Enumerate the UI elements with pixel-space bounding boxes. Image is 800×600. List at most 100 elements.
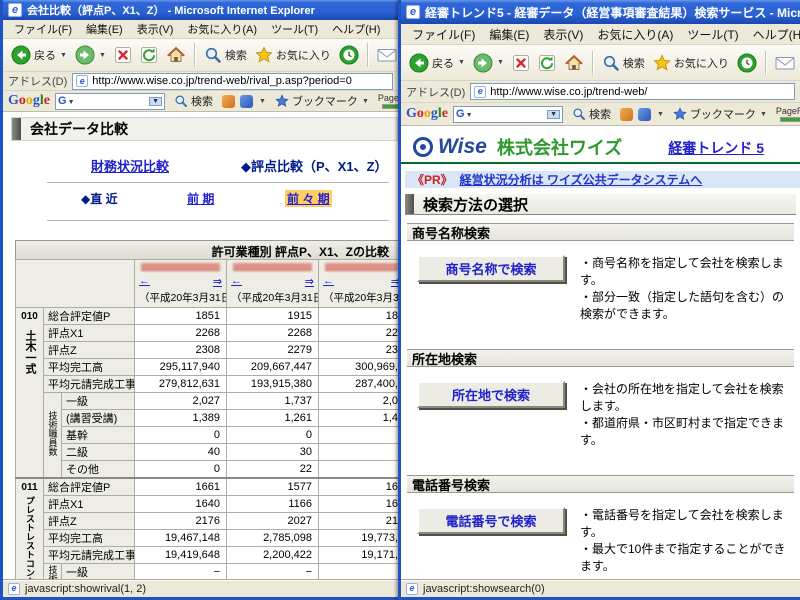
- pr-link[interactable]: 経営状況分析は ワイズ公共データシステムへ: [460, 171, 703, 188]
- google-extra-icon[interactable]: [222, 95, 235, 108]
- back-button[interactable]: 戻る▼: [7, 43, 71, 67]
- left-titlebar[interactable]: e 会社比較（評点P、X1、Z） - Microsoft Internet Ex…: [3, 0, 398, 20]
- mail-button[interactable]: ▼: [373, 45, 398, 65]
- status-page-icon: e: [8, 583, 20, 595]
- keishin-trend-link[interactable]: 経審トレンド 5: [668, 138, 764, 158]
- industry-group-cell: 011プレストレストコンクリート: [16, 478, 44, 579]
- refresh-button[interactable]: [136, 44, 162, 66]
- menu-edit[interactable]: 編集(E): [482, 25, 536, 44]
- header-block-decoration: [12, 118, 21, 140]
- column-left-arrow-link[interactable]: ←: [323, 275, 334, 288]
- favorites-button[interactable]: お気に入り: [251, 44, 335, 66]
- google-extra-icon[interactable]: [620, 108, 633, 121]
- left-page-title: 会社データ比較: [30, 119, 128, 139]
- history-button[interactable]: [335, 43, 363, 67]
- menu-edit[interactable]: 編集(E): [79, 20, 130, 38]
- bookmark-star-icon: [275, 94, 289, 108]
- table-row: 平均元請完成工事高19,419,6482,200,42219,171,: [16, 547, 399, 564]
- column-right-arrow-link[interactable]: ⇒: [391, 275, 398, 288]
- stop-button[interactable]: [508, 52, 534, 74]
- column-left-arrow-link[interactable]: ←: [139, 275, 150, 288]
- period-latest: ◆直 近: [81, 190, 118, 207]
- financial-comparison-link[interactable]: 財務状況比較: [91, 156, 169, 175]
- address-input[interactable]: e http://www.wise.co.jp/trend-web/rival_…: [72, 73, 393, 90]
- menu-tools[interactable]: ツール(T): [680, 25, 745, 44]
- google-options-dropdown-icon[interactable]: ▼: [259, 98, 266, 105]
- redacted-company-name[interactable]: [233, 263, 312, 271]
- section-header: 商号名称検索: [407, 223, 794, 241]
- google-logo: Google: [406, 106, 448, 122]
- google-search-button[interactable]: 検索: [568, 104, 615, 124]
- forward-dropdown-icon[interactable]: ▼: [99, 52, 106, 59]
- google-extra-icon[interactable]: [638, 108, 651, 121]
- google-options-dropdown-icon[interactable]: ▼: [657, 111, 664, 118]
- google-search-input[interactable]: G▼▼: [453, 106, 563, 123]
- forward-button[interactable]: ▼: [469, 51, 508, 75]
- company-column-header: ←⇒ （平成20年3月31日）: [135, 260, 227, 308]
- right-page-header: 検索方法の選択: [405, 194, 796, 215]
- stop-button[interactable]: [110, 44, 136, 66]
- history-button[interactable]: [733, 51, 761, 75]
- combo-dropdown-icon[interactable]: ▼: [547, 110, 560, 119]
- right-google-toolbar: Google G▼▼ 検索 ▼ ブックマーク▼ PageRank ▼ ブロック: [401, 103, 800, 126]
- table-row: 技術職員数 一級 −−: [16, 564, 399, 580]
- search-by-name-button[interactable]: 商号名称で検索: [417, 255, 565, 282]
- redacted-company-name[interactable]: [325, 263, 398, 271]
- back-dropdown-icon[interactable]: ▼: [60, 52, 67, 59]
- search-section-phone: 電話番号検索 電話番号で検索 ・電話番号を指定して会社を検索します。 ・最大で1…: [407, 475, 794, 575]
- search-icon: [204, 46, 222, 64]
- left-google-toolbar: Google G▼▼ 検索 ▼ ブックマーク▼ PageRank ▼ ブロック: [3, 91, 398, 112]
- search-by-location-button[interactable]: 所在地で検索: [417, 381, 565, 408]
- back-button[interactable]: 戻る▼: [405, 51, 469, 75]
- pr-tag: 《PR》: [412, 171, 453, 188]
- combo-dropdown-icon[interactable]: ▼: [149, 97, 162, 106]
- forward-button[interactable]: ▼: [71, 43, 110, 67]
- favorites-button[interactable]: お気に入り: [649, 52, 733, 74]
- home-button[interactable]: [560, 51, 588, 75]
- google-bookmarks-button[interactable]: ブックマーク▼: [669, 104, 771, 124]
- back-icon: [409, 53, 429, 73]
- menu-favorites[interactable]: お気に入り(A): [180, 20, 264, 38]
- right-statusbar: e javascript:showsearch(0): [401, 579, 800, 597]
- stop-icon: [512, 54, 530, 72]
- google-bookmarks-button[interactable]: ブックマーク▼: [271, 91, 373, 111]
- menu-help[interactable]: ヘルプ(H): [746, 25, 800, 44]
- back-dropdown-icon[interactable]: ▼: [458, 59, 465, 66]
- redacted-company-name[interactable]: [141, 263, 220, 271]
- menu-file[interactable]: ファイル(F): [405, 25, 482, 44]
- mail-button[interactable]: ▼: [771, 53, 800, 73]
- left-page-content: 会社データ比較 財務状況比較 ◆評点比較（P、X1、Z） ◆直 近 前 期 前 …: [3, 112, 398, 579]
- search-icon: [602, 54, 620, 72]
- column-left-arrow-link[interactable]: ←: [231, 275, 242, 288]
- column-right-arrow-link[interactable]: ⇒: [305, 275, 314, 288]
- google-search-button[interactable]: 検索: [170, 91, 217, 111]
- menu-favorites[interactable]: お気に入り(A): [590, 25, 680, 44]
- pagerank-widget[interactable]: PageRank: [776, 107, 800, 122]
- search-button[interactable]: 検索: [598, 52, 649, 74]
- address-input[interactable]: e http://www.wise.co.jp/trend-web/: [470, 83, 795, 100]
- home-button[interactable]: [162, 43, 190, 67]
- column-right-arrow-link[interactable]: ⇒: [213, 275, 222, 288]
- google-extra-icon[interactable]: [240, 95, 253, 108]
- industry-group-cell: 010土木一式: [16, 308, 44, 479]
- search-button[interactable]: 検索: [200, 44, 251, 66]
- pagerank-widget[interactable]: PageRank: [378, 94, 398, 109]
- left-page-header: 会社データ比較: [11, 117, 398, 141]
- table-row: (講習受講)1,3891,2611,4: [16, 410, 399, 427]
- menu-view[interactable]: 表示(V): [536, 25, 590, 44]
- right-menubar: ファイル(F) 編集(E) 表示(V) お気に入り(A) ツール(T) ヘルプ(…: [401, 24, 800, 45]
- period-previous2-link[interactable]: 前 々 期: [285, 190, 332, 207]
- forward-dropdown-icon[interactable]: ▼: [497, 59, 504, 66]
- table-row: 評点X12268226822: [16, 325, 399, 342]
- menu-tools[interactable]: ツール(T): [264, 20, 325, 38]
- google-search-input[interactable]: G▼▼: [55, 93, 165, 110]
- bookmark-star-icon: [673, 107, 687, 121]
- menu-file[interactable]: ファイル(F): [7, 20, 79, 38]
- right-titlebar[interactable]: e 経審トレンド5 - 経審データ（経営事項審査結果）検索サービス - Micr…: [401, 0, 800, 24]
- period-previous-link[interactable]: 前 期: [187, 190, 214, 207]
- refresh-button[interactable]: [534, 52, 560, 74]
- search-by-phone-button[interactable]: 電話番号で検索: [417, 507, 565, 534]
- menu-help[interactable]: ヘルプ(H): [325, 20, 387, 38]
- ie-document-icon: e: [406, 5, 420, 19]
- menu-view[interactable]: 表示(V): [130, 20, 181, 38]
